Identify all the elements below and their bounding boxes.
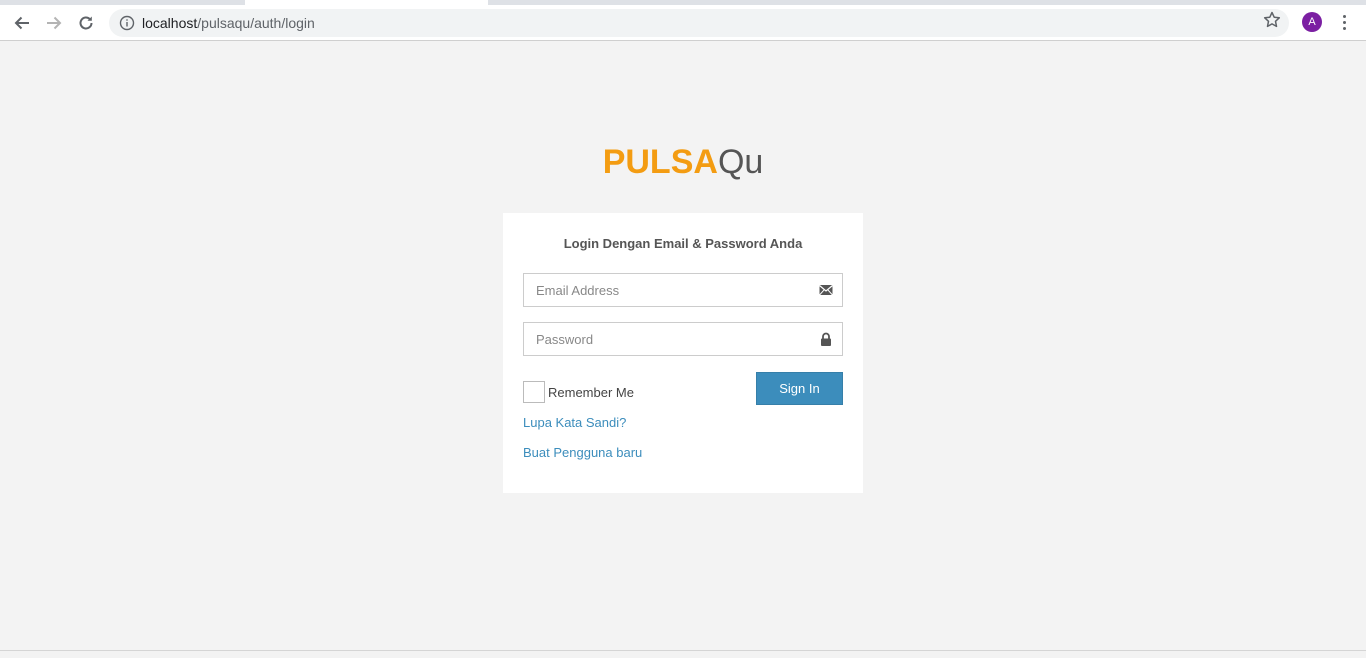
- info-icon[interactable]: [119, 15, 135, 31]
- envelope-icon: [819, 285, 833, 296]
- forward-button[interactable]: [40, 9, 68, 37]
- address-bar[interactable]: localhost/pulsaqu/auth/login: [109, 9, 1289, 37]
- reload-button[interactable]: [72, 9, 100, 37]
- lock-icon: [821, 332, 831, 346]
- arrow-right-icon: [47, 16, 62, 30]
- email-field[interactable]: [524, 274, 842, 306]
- forgot-password-link[interactable]: Lupa Kata Sandi?: [523, 415, 626, 430]
- back-button[interactable]: [8, 9, 36, 37]
- bottom-divider: [0, 650, 1366, 651]
- remember-me-checkbox[interactable]: [523, 381, 545, 403]
- login-title: Login Dengan Email & Password Anda: [563, 236, 803, 251]
- email-field-wrapper: [523, 273, 843, 307]
- browser-toolbar: localhost/pulsaqu/auth/login A: [0, 5, 1366, 41]
- remember-me: Remember Me: [523, 381, 634, 403]
- kebab-menu-icon[interactable]: [1334, 11, 1354, 33]
- url-host: localhost: [142, 15, 198, 31]
- url-text[interactable]: localhost/pulsaqu/auth/login: [142, 15, 315, 31]
- login-box: Login Dengan Email & Password Anda Remem…: [503, 213, 863, 493]
- register-link[interactable]: Buat Pengguna baru: [523, 445, 642, 460]
- logo-brand: PULSA: [602, 143, 718, 181]
- star-icon[interactable]: [1262, 10, 1282, 30]
- arrow-left-icon: [14, 16, 29, 30]
- sign-in-button[interactable]: Sign In: [756, 372, 843, 405]
- avatar[interactable]: A: [1302, 12, 1322, 32]
- password-field[interactable]: [524, 323, 842, 355]
- remember-me-label: Remember Me: [548, 384, 634, 400]
- url-path: /pulsaqu/auth/login: [197, 15, 315, 31]
- password-field-wrapper: [523, 322, 843, 356]
- app-logo: PULSAQu: [0, 142, 1366, 182]
- logo-suffix: Qu: [717, 143, 764, 181]
- reload-icon: [79, 16, 93, 30]
